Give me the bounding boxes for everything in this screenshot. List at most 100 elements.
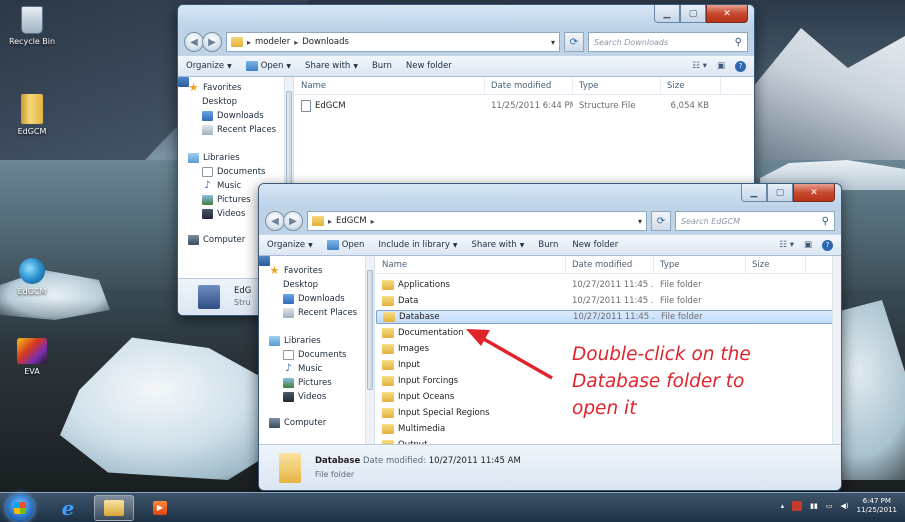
column-header-size[interactable]: Size (746, 256, 806, 273)
nav-item-pictures[interactable]: Pictures (259, 376, 374, 390)
organize-label: Organize (186, 61, 225, 71)
burn-button[interactable]: Burn (538, 240, 558, 250)
breadcrumb-item[interactable]: EdGCM (336, 216, 367, 226)
table-row[interactable]: Database 10/27/2011 11:45 ... File folder (376, 310, 841, 324)
new-folder-button[interactable]: New folder (572, 240, 618, 250)
desktop-icon-label: Recycle Bin (8, 37, 56, 46)
nav-item-downloads[interactable]: Downloads (178, 109, 293, 123)
breadcrumb-item[interactable]: modeler (255, 37, 290, 47)
share-with-button[interactable]: Share with ▼ (472, 240, 525, 250)
nav-libraries[interactable]: Libraries (178, 151, 293, 165)
nav-item-documents[interactable]: Documents (259, 348, 374, 362)
chevron-down-icon[interactable]: ▾ (551, 38, 555, 47)
column-header-name[interactable]: Name (376, 256, 566, 273)
nav-item-music[interactable]: ♪ Music (259, 362, 374, 376)
breadcrumb-item[interactable]: Downloads (302, 37, 349, 47)
table-row[interactable]: EdGCM 11/25/2011 6:44 PM Structure File … (295, 99, 754, 113)
scrollbar-thumb[interactable] (367, 270, 373, 390)
refresh-button[interactable]: ⟳ (651, 211, 671, 231)
nav-scrollbar[interactable] (365, 256, 374, 444)
new-folder-label: New folder (572, 240, 619, 250)
file-size: 6,054 KB (670, 101, 709, 111)
preview-pane-icon[interactable]: ▣ (717, 61, 725, 72)
chevron-right-icon: ▸ (370, 216, 375, 226)
nav-item-desktop[interactable]: Desktop (178, 77, 293, 109)
nav-favorites[interactable]: ★ Favorites (178, 81, 293, 95)
table-row[interactable]: Multimedia (376, 422, 841, 436)
title-bar[interactable]: ▁ ▢ ✕ (259, 184, 841, 208)
table-row[interactable]: Data 10/27/2011 11:45 ... File folder (376, 294, 841, 308)
file-list-scrollbar[interactable] (832, 256, 841, 444)
action-center-icon[interactable] (792, 501, 803, 511)
network-icon[interactable]: ▮▮ (810, 502, 818, 510)
minimize-button[interactable]: ▁ (741, 184, 767, 202)
organize-button[interactable]: Organize ▼ (267, 240, 313, 250)
open-button[interactable]: Open ▼ (245, 61, 291, 71)
address-bar[interactable]: ▸ EdGCM ▸ ▾ (307, 211, 647, 231)
column-header-date-modified[interactable]: Date modified (485, 77, 573, 94)
forward-button[interactable]: ▶ (202, 32, 222, 52)
nav-favorites[interactable]: ★ Favorites (259, 264, 374, 278)
view-options-icon[interactable]: ☷ ▾ (692, 61, 707, 72)
help-icon[interactable]: ? (735, 60, 746, 72)
open-button[interactable]: Open (326, 240, 364, 250)
explorer-window-edgcm[interactable]: ▁ ▢ ✕ ◀ ▶ ▸ EdGCM ▸ ▾ ⟳ Search EdGCM ⚲ O… (258, 183, 842, 491)
desktop-icon-recycle-bin[interactable]: Recycle Bin (0, 6, 64, 46)
nav-computer[interactable]: Computer (259, 416, 374, 430)
column-header-date-modified[interactable]: Date modified (566, 256, 654, 273)
share-with-label: Share with (305, 61, 351, 71)
search-input[interactable]: Search Downloads ⚲ (588, 32, 748, 52)
display-icon[interactable]: ▭ (826, 502, 833, 510)
back-button[interactable]: ◀ (265, 211, 285, 231)
new-folder-button[interactable]: New folder (406, 61, 452, 71)
share-with-button[interactable]: Share with ▼ (305, 61, 358, 71)
nav-label: Videos (298, 392, 327, 402)
volume-icon[interactable]: ◀) (841, 502, 849, 510)
desktop-icon-edgcm-folder[interactable]: EdGCM (0, 94, 64, 136)
preview-pane-icon[interactable]: ▣ (804, 240, 812, 251)
start-button[interactable] (6, 494, 34, 522)
nav-item-documents[interactable]: Documents (178, 165, 293, 179)
close-button[interactable]: ✕ (706, 5, 748, 23)
minimize-button[interactable]: ▁ (654, 5, 680, 23)
desktop-icon-edgcm-app[interactable]: EdGCM (0, 258, 64, 296)
open-icon (245, 61, 258, 71)
help-icon[interactable]: ? (822, 239, 833, 251)
show-hidden-icons-icon[interactable]: ▴ (781, 502, 785, 510)
view-options-icon[interactable]: ☷ ▾ (779, 240, 794, 251)
address-bar[interactable]: ▸ modeler ▸ Downloads ▾ (226, 32, 560, 52)
include-in-library-button[interactable]: Include in library ▼ (378, 240, 457, 250)
organize-button[interactable]: Organize ▼ (186, 61, 232, 71)
forward-button[interactable]: ▶ (283, 211, 303, 231)
clock[interactable]: 6:47 PM 11/25/2011 (857, 497, 897, 515)
back-button[interactable]: ◀ (184, 32, 204, 52)
taskbar-media-player[interactable]: ▶ (140, 495, 180, 521)
nav-item-recent-places[interactable]: Recent Places (259, 306, 374, 320)
maximize-button[interactable]: ▢ (767, 184, 793, 202)
desktop-icon-eva[interactable]: EVA (0, 338, 64, 376)
nav-item-desktop[interactable]: Desktop (259, 256, 374, 292)
maximize-button[interactable]: ▢ (680, 5, 706, 23)
chevron-down-icon[interactable]: ▾ (638, 217, 642, 226)
refresh-button[interactable]: ⟳ (564, 32, 584, 52)
nav-libraries[interactable]: Libraries (259, 334, 374, 348)
close-button[interactable]: ✕ (793, 184, 835, 202)
taskbar-windows-explorer[interactable] (94, 495, 134, 521)
column-header-type[interactable]: Type (654, 256, 746, 273)
annotation-line: open it (572, 398, 637, 419)
nav-item-videos[interactable]: Videos (259, 390, 374, 404)
nav-item-downloads[interactable]: Downloads (259, 292, 374, 306)
taskbar-internet-explorer[interactable]: e (48, 495, 88, 521)
column-header-size[interactable]: Size (661, 77, 721, 94)
column-header-type[interactable]: Type (573, 77, 661, 94)
table-row[interactable]: Applications 10/27/2011 11:45 ... File fol… (376, 278, 841, 292)
table-row[interactable]: Documentation (376, 326, 841, 340)
nav-item-recent-places[interactable]: Recent Places (178, 123, 293, 137)
file-type: File folder (660, 280, 702, 290)
burn-button[interactable]: Burn (372, 61, 392, 71)
search-icon: ⚲ (734, 36, 742, 48)
search-input[interactable]: Search EdGCM ⚲ (675, 211, 835, 231)
burn-label: Burn (538, 240, 559, 250)
column-header-name[interactable]: Name (295, 77, 485, 94)
title-bar[interactable]: ▁ ▢ ✕ (178, 5, 754, 29)
